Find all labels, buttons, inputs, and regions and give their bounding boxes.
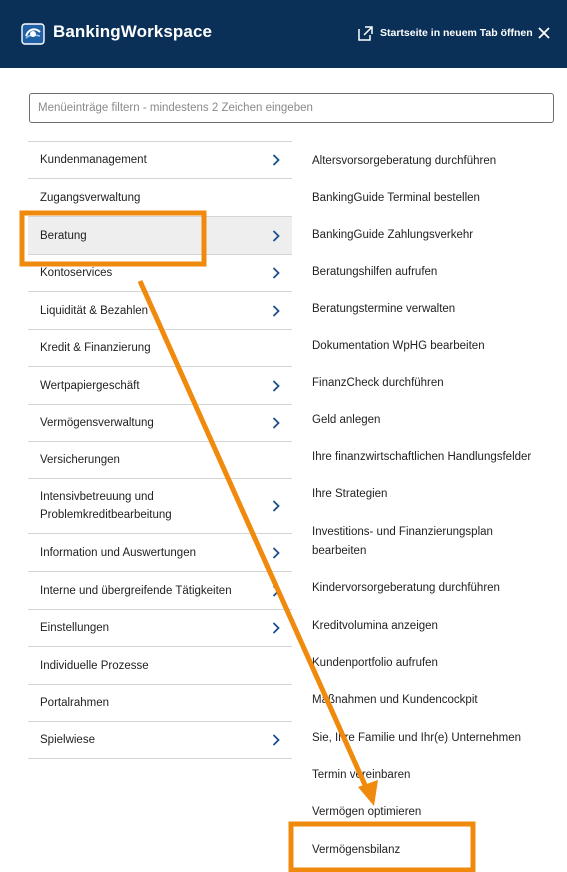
submenu-item[interactable]: Kindervorsorgeberatung durchführen: [312, 580, 562, 596]
chevron-right-icon: [272, 379, 280, 392]
bankingworkspace-logo-icon: [21, 23, 45, 45]
menu-item-label: Kundenmanagement: [40, 154, 147, 166]
submenu-item[interactable]: Beratungstermine verwalten: [312, 301, 562, 317]
app-title: BankingWorkspace: [53, 22, 213, 41]
menu-item-liquiditaet-bezahlen[interactable]: Liquidität & Bezahlen: [28, 291, 292, 329]
chevron-right-icon: [272, 304, 280, 317]
chevron-right-icon: [272, 546, 280, 559]
submenu-item[interactable]: Kundenportfolio aufrufen: [312, 655, 562, 671]
menu-item-label: Zugangsverwaltung: [40, 191, 141, 204]
menu-item-label: Individuelle Prozesse: [40, 659, 149, 672]
open-start-page-new-tab-link[interactable]: Startseite in neuem Tab öffnen: [380, 27, 533, 39]
submenu-item[interactable]: BankingGuide Zahlungsverkehr: [312, 227, 562, 243]
menu-item-zugangsverwaltung[interactable]: Zugangsverwaltung: [28, 178, 292, 216]
chevron-right-icon: [272, 622, 280, 634]
chevron-right-icon: [272, 734, 280, 746]
menu-item-label: Portalrahmen: [40, 697, 110, 709]
menu-item-kredit-finanzierung[interactable]: Kredit & Finanzierung: [28, 329, 292, 366]
submenu-item[interactable]: Termin vereinbaren: [312, 767, 562, 783]
menu-item-label: Kredit & Finanzierung: [40, 342, 151, 354]
submenu-item[interactable]: Maßnahmen und Kundencockpit: [312, 692, 562, 708]
menu-item-label: Information und Auswertungen: [40, 546, 196, 559]
menu-item-versicherungen[interactable]: Versicherungen: [28, 441, 292, 478]
app-header: BankingWorkspace Startseite in neuem Tab…: [0, 0, 567, 68]
menu-item-label: Interne und übergreifende Tätigkeiten: [40, 584, 232, 597]
menu-item-einstellungen[interactable]: Einstellungen: [28, 609, 292, 646]
submenu-item[interactable]: Kreditvolumina anzeigen: [312, 618, 562, 634]
chevron-right-icon: [272, 584, 280, 597]
submenu-item[interactable]: FinanzCheck durchführen: [312, 375, 562, 391]
menu-item-information-auswertungen[interactable]: Information und Auswertungen: [28, 533, 292, 571]
arrow-head-icon: [358, 780, 378, 806]
submenu-item[interactable]: Altersvorsorgeberatung durchführen: [312, 153, 562, 169]
menu-item-label: Vermögensverwaltung: [40, 417, 154, 429]
menu-item-kundenmanagement[interactable]: Kundenmanagement: [28, 141, 292, 178]
submenu-item[interactable]: Investitions- und Finanzierungsplan bear…: [312, 523, 532, 561]
menu-item-intensivbetreuung[interactable]: Intensivbetreuung und Problemkreditbearb…: [28, 478, 292, 533]
main-menu: Kundenmanagement Zugangsverwaltung Berat…: [28, 141, 292, 759]
submenu-item[interactable]: Ihre Strategien: [312, 486, 562, 502]
chevron-right-icon: [272, 229, 280, 242]
menu-item-label: Beratung: [40, 229, 87, 242]
menu-item-beratung[interactable]: Beratung: [28, 216, 292, 254]
submenu-item[interactable]: Ihre finanzwirtschaftlichen Handlungsfel…: [312, 449, 562, 465]
menu-filter-input[interactable]: [29, 93, 554, 123]
menu-item-vermoegensverwaltung[interactable]: Vermögensverwaltung: [28, 404, 292, 441]
menu-item-label: Kontoservices: [40, 267, 113, 279]
menu-item-kontoservices[interactable]: Kontoservices: [28, 254, 292, 291]
menu-item-label: Wertpapiergeschäft: [40, 379, 140, 392]
chevron-right-icon: [272, 267, 280, 279]
menu-item-label: Spielwiese: [40, 734, 95, 746]
menu-item-individuelle-prozesse[interactable]: Individuelle Prozesse: [28, 646, 292, 684]
chevron-right-icon: [272, 500, 280, 512]
chevron-right-icon: [272, 417, 280, 429]
menu-item-label: Intensivbetreuung und Problemkreditbearb…: [40, 491, 172, 521]
close-icon[interactable]: [537, 26, 551, 40]
submenu-item[interactable]: Dokumentation WpHG bearbeiten: [312, 338, 562, 354]
submenu-item[interactable]: BankingGuide Terminal bestellen: [312, 190, 562, 206]
menu-item-interne-taetigkeiten[interactable]: Interne und übergreifende Tätigkeiten: [28, 571, 292, 609]
menu-item-label: Einstellungen: [40, 622, 110, 634]
menu-item-portalrahmen[interactable]: Portalrahmen: [28, 684, 292, 721]
submenu-item[interactable]: Geld anlegen: [312, 412, 562, 428]
external-link-icon[interactable]: [358, 26, 373, 41]
submenu-item[interactable]: Beratungshilfen aufrufen: [312, 264, 562, 280]
menu-item-spielwiese[interactable]: Spielwiese: [28, 721, 292, 759]
submenu-item[interactable]: Vermögen optimieren: [312, 804, 562, 820]
submenu-item[interactable]: Sie, Ihre Familie und Ihr(e) Unternehmen: [312, 730, 562, 746]
submenu-item-vermoegensbilanz[interactable]: Vermögensbilanz: [312, 842, 562, 858]
menu-item-label: Liquidität & Bezahlen: [40, 304, 149, 317]
chevron-right-icon: [272, 154, 280, 166]
menu-item-wertpapiergeschaeft[interactable]: Wertpapiergeschäft: [28, 366, 292, 404]
menu-item-label: Versicherungen: [40, 454, 120, 466]
